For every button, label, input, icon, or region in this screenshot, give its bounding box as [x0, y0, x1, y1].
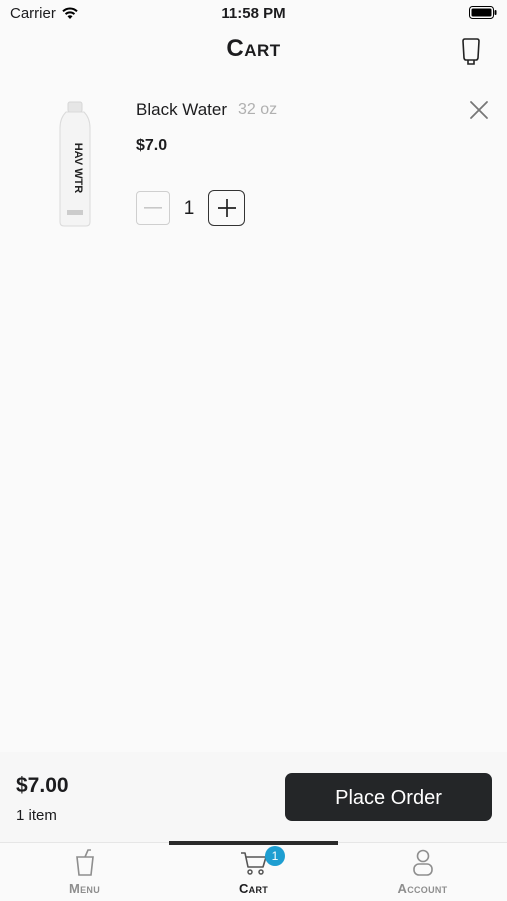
- status-bar: Carrier 11:58 PM: [0, 0, 507, 28]
- battery-icon: [469, 6, 497, 19]
- tab-account-label: Account: [397, 881, 448, 896]
- page-title: Cart: [226, 35, 281, 62]
- cart-icon: [240, 852, 267, 875]
- tab-menu[interactable]: Menu: [0, 843, 169, 901]
- cup-icon: [75, 849, 94, 876]
- cart-item: HAV WTR Black Water 32 oz $7.0 1: [0, 90, 507, 240]
- water-bottle-image: HAV WTR: [59, 101, 91, 227]
- tab-bar: Menu 1 Cart Account: [0, 841, 507, 901]
- close-icon[interactable]: [466, 97, 492, 123]
- drink-cup-icon[interactable]: [459, 38, 483, 66]
- plus-icon: [217, 199, 236, 217]
- minus-icon: [144, 207, 162, 209]
- item-count: 1 item: [16, 807, 57, 824]
- tab-menu-label: Menu: [68, 881, 101, 896]
- status-time: 11:58 PM: [221, 5, 286, 22]
- place-order-button[interactable]: Place Order: [285, 773, 492, 821]
- order-total: $7.00: [16, 774, 69, 797]
- tab-cart-label: Cart: [238, 881, 269, 896]
- product-price: $7.0: [136, 137, 168, 154]
- svg-text:HAV WTR: HAV WTR: [72, 143, 84, 194]
- product-size: 32 oz: [238, 101, 278, 118]
- person-icon: [412, 849, 433, 876]
- product-name: Black Water: [136, 100, 228, 119]
- quantity-increase-button[interactable]: [208, 190, 245, 226]
- order-summary-bar: $7.00 1 item Place Order: [0, 752, 507, 842]
- tab-account[interactable]: Account: [338, 843, 507, 901]
- cart-count-badge: 1: [265, 846, 285, 866]
- tab-cart[interactable]: 1 Cart: [169, 843, 338, 901]
- quantity-value: 1: [183, 198, 195, 219]
- quantity-decrease-button[interactable]: [136, 191, 170, 225]
